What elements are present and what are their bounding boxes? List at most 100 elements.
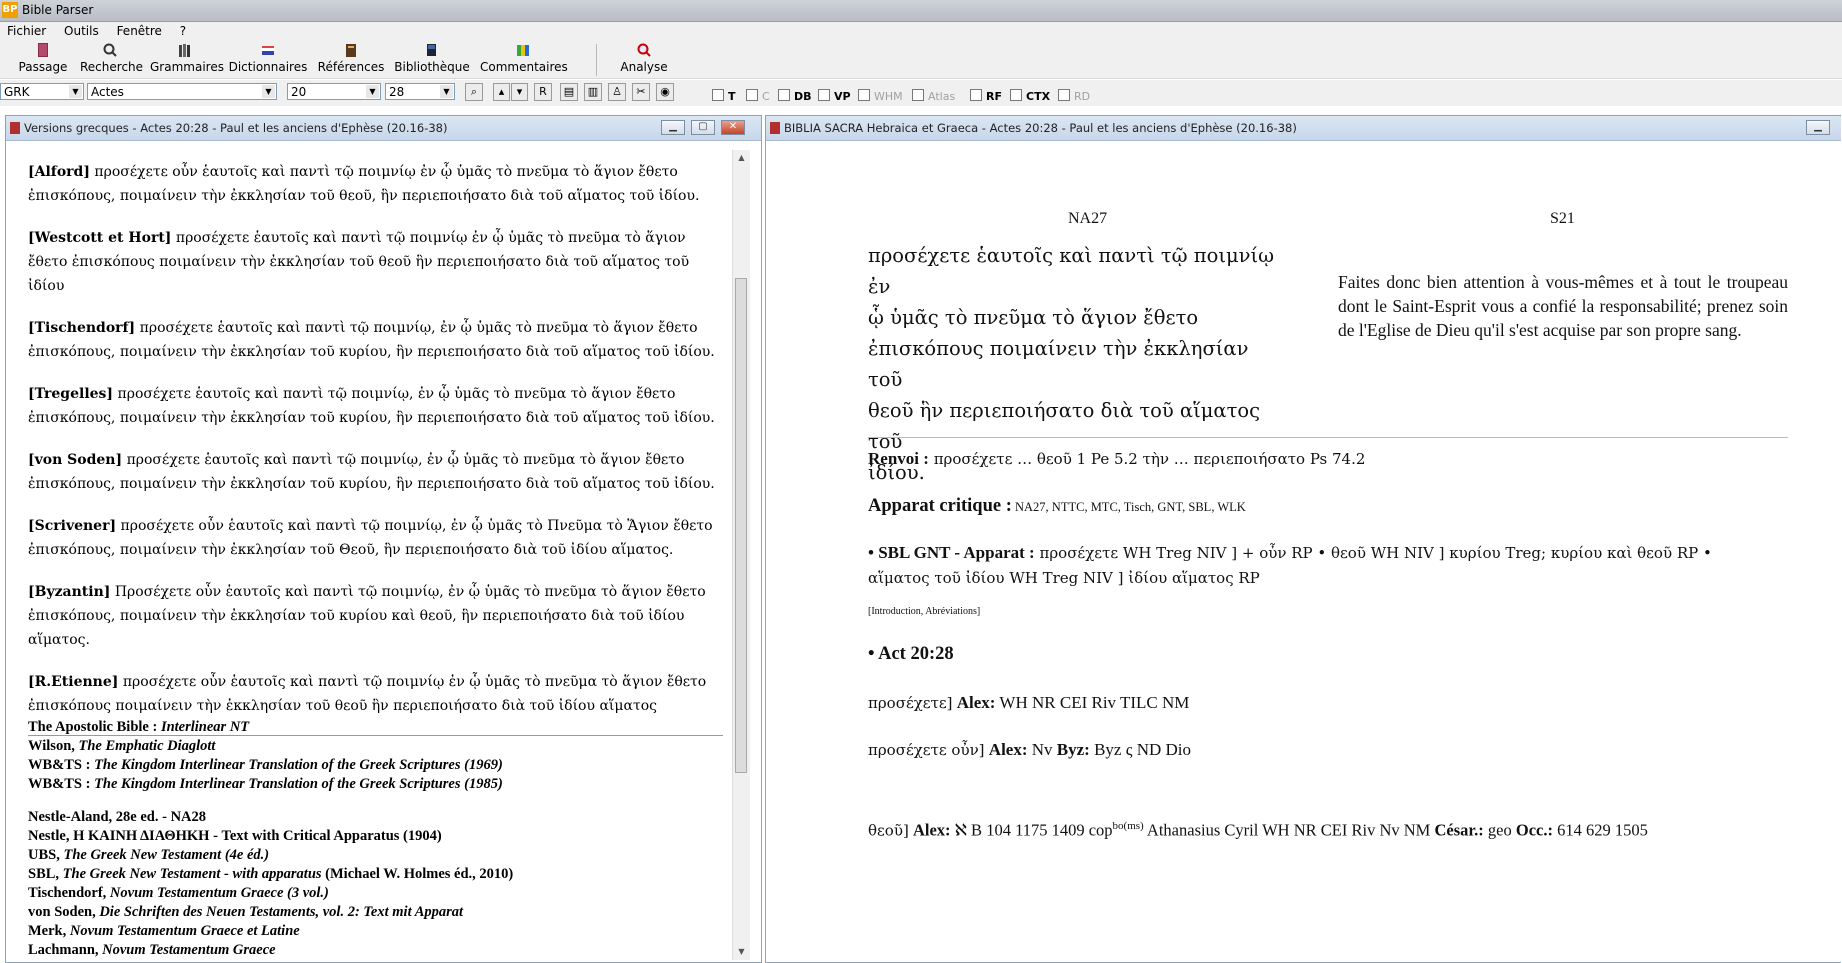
ref-line[interactable]: von Soden, Die Schriften des Neuen Testa… [28, 903, 513, 922]
renvoi-line: Renvoi : προσέχετε … θεοῦ 1 Pe 5.2 τὴν …… [868, 449, 1366, 468]
window-icon [10, 122, 20, 134]
version-entry: [Alford] προσέχετε οὖν ἑαυτοῖς καὶ παντὶ… [28, 164, 700, 204]
check-db[interactable]: DB [778, 89, 812, 103]
check-rd[interactable]: RD [1058, 89, 1090, 103]
find-button[interactable]: ⌕ [465, 83, 483, 101]
library-icon [427, 44, 436, 56]
variant-line-2: προσέχετε οὖν] Alex: Nv Byz: Byz ς ND Di… [868, 740, 1192, 759]
check-rf[interactable]: RF [970, 89, 1002, 103]
r-button[interactable]: R [534, 83, 552, 101]
version-entry: [R.Etienne] προσέχετε οὖν ἑαυτοῖς καὶ πα… [28, 674, 707, 714]
checkbox-icon [1058, 89, 1070, 101]
menu-help[interactable]: ? [173, 22, 193, 38]
ref-line[interactable]: SBL, The Greek New Testament - with appa… [28, 865, 513, 884]
introduction-link[interactable]: [Introduction, Abréviations] [868, 606, 980, 617]
ref-line[interactable]: The Apostolic Bible : Interlinear NT [28, 718, 503, 737]
search-icon [103, 43, 117, 57]
speaker-icon: ◉ [660, 85, 670, 98]
scrollbar-thumb[interactable] [735, 278, 747, 773]
check-t[interactable]: T [712, 89, 736, 103]
window-title: Bible Parser [22, 3, 94, 17]
checkbox-icon [818, 89, 830, 101]
chapter-select[interactable]: 20 ▼ [287, 83, 381, 100]
analysis-icon [637, 43, 651, 57]
dictionnaires-button[interactable]: Dictionnaires [228, 42, 308, 74]
maximize-button[interactable]: ▢ [691, 120, 715, 135]
references-button[interactable]: Références [316, 42, 386, 74]
menu-fichier[interactable]: Fichier [0, 22, 53, 38]
recherche-button[interactable]: Recherche [80, 42, 143, 74]
col-header-s21: S21 [1550, 210, 1575, 227]
greek-versions-list: [Alford] προσέχετε οὖν ἑαυτοῖς καὶ παντὶ… [28, 160, 728, 736]
edition-refs: Nestle-Aland, 28e ed. - NA28 Nestle, Η Κ… [28, 808, 513, 960]
verse-select[interactable]: 28 ▼ [385, 83, 455, 100]
variant-line-1: προσέχετε] Alex: WH NR CEI Riv TILC NM [868, 693, 1190, 712]
checkbox-icon [858, 89, 870, 101]
ref-line[interactable]: Tischendorf, Novum Testamentum Graece (3… [28, 884, 513, 903]
notes-button[interactable]: ▤ [560, 83, 578, 101]
minimize-button[interactable]: ▁ [661, 120, 685, 135]
grammaires-button[interactable]: Grammaires [150, 42, 224, 74]
col-header-na27: NA27 [1068, 210, 1108, 227]
app-logo-icon: BP [2, 2, 18, 18]
version-entry: [von Soden] προσέχετε ἑαυτοῖς καὶ παντὶ … [28, 452, 715, 492]
check-atlas[interactable]: Atlas [912, 89, 955, 103]
ref-line[interactable]: UBS, The Greek New Testament (4e éd.) [28, 846, 513, 865]
menu-fenetre[interactable]: Fenêtre [110, 22, 169, 38]
ref-line[interactable]: Wilson, The Emphatic Diaglott [28, 737, 503, 756]
version-entry: [Byzantin] Προσέχετε οὖν ἑαυτοῖς καὶ παν… [28, 584, 706, 648]
ref-line[interactable]: WB&TS : The Kingdom Interlinear Translat… [28, 775, 503, 794]
references-icon [346, 44, 356, 57]
check-vp[interactable]: VP [818, 89, 851, 103]
minimize-button[interactable]: ▁ [1806, 120, 1830, 135]
toolbar-separator [596, 44, 597, 76]
audio-button[interactable]: ◉ [656, 83, 674, 101]
close-button[interactable]: ✕ [721, 120, 745, 135]
act-heading: • Act 20:28 [868, 644, 954, 664]
notes-icon: ▤ [563, 85, 575, 98]
window-icon [770, 122, 780, 134]
checkbox-icon [746, 89, 758, 101]
library-button[interactable]: ▥ [584, 83, 602, 101]
tools-icon: ✂ [636, 85, 646, 98]
check-c[interactable]: C [746, 89, 770, 103]
pane-titlebar: BIBLIA SACRA Hebraica et Graeca - Actes … [766, 116, 1841, 141]
book-icon [38, 43, 48, 57]
people-icon: ♙ [612, 85, 622, 98]
scroll-up-icon[interactable]: ▲ [733, 150, 750, 166]
scroll-down-icon[interactable]: ▼ [733, 944, 750, 960]
version-select[interactable]: GRK ▼ [0, 83, 84, 100]
passage-button[interactable]: Passage [18, 42, 68, 74]
variant-theou: θεοῦ] Alex: ℵ B 104 1175 1409 copbo(ms) … [868, 820, 1648, 840]
ref-line[interactable]: Merk, Novum Testamentum Graece et Latine [28, 922, 513, 941]
pane-titlebar: Versions grecques - Actes 20:28 - Paul e… [6, 116, 761, 141]
search-icon: ⌕ [470, 85, 478, 98]
checkbox-icon [1010, 89, 1022, 101]
checkbox-icon [970, 89, 982, 101]
window-titlebar: BP Bible Parser [0, 0, 1842, 22]
ref-line[interactable]: Nestle, Η ΚΑΙΝΗ ΔΙΑΘΗΚΗ - Text with Crit… [28, 827, 513, 846]
checkbox-icon [912, 89, 924, 101]
chevron-down-icon: ▼ [262, 85, 275, 98]
vertical-scrollbar[interactable]: ▲ ▼ [732, 150, 750, 960]
commentaires-button[interactable]: Commentaires [480, 42, 568, 74]
next-button[interactable]: ▾ [511, 83, 528, 101]
chevron-down-icon: ▼ [366, 85, 379, 98]
ref-line[interactable]: Nestle-Aland, 28e ed. - NA28 [28, 808, 513, 827]
version-entry: [Scrivener] προσέχετε οὖν ἑαυτοῖς καὶ πα… [28, 518, 713, 558]
prev-button[interactable]: ▴ [493, 83, 510, 101]
analyse-button[interactable]: Analyse [614, 42, 674, 74]
menu-outils[interactable]: Outils [57, 22, 106, 38]
ref-line[interactable]: WB&TS : The Kingdom Interlinear Translat… [28, 756, 503, 775]
bibliotheque-button[interactable]: Bibliothèque [392, 42, 472, 74]
dictionary-icon [262, 46, 274, 55]
book-select[interactable]: Actes ▼ [87, 83, 277, 100]
library-icon: ▥ [587, 85, 599, 98]
tools-button[interactable]: ✂ [632, 83, 650, 101]
ref-line[interactable]: Lachmann, Novum Testamentum Graece [28, 941, 513, 960]
check-ctx[interactable]: CTX [1010, 89, 1050, 103]
people-button[interactable]: ♙ [608, 83, 626, 101]
check-whm[interactable]: WHM [858, 89, 903, 103]
apparat-line: Apparat critique : NA27, NTTC, MTC, Tisc… [868, 496, 1246, 516]
checkbox-icon [778, 89, 790, 101]
